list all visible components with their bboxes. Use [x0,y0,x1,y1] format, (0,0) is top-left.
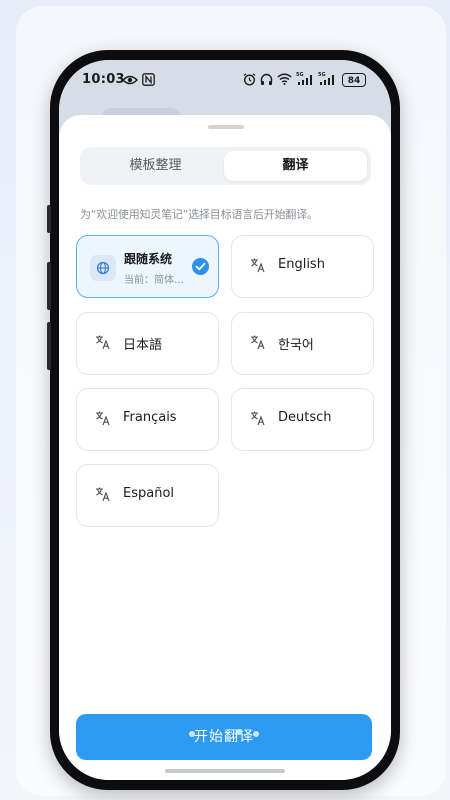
phone-screen: 10:03 5G 5G 84 模板整理 翻译 为“欢迎使用知灵笔记”选择目标语言… [59,60,391,780]
translate-icon [251,258,265,273]
start-translate-label: 开始翻译 [194,729,254,745]
battery-level: 84 [347,76,361,86]
signal-5g-icon: 5G [318,72,334,85]
language-option-english[interactable]: English [231,235,374,298]
globe-icon [96,261,110,275]
wifi-icon [277,73,292,85]
translate-icon [96,335,110,350]
status-bar: 10:03 5G 5G 84 [59,70,391,92]
headphones-icon [260,73,273,85]
translate-icon [96,411,110,426]
translate-icon [96,487,110,502]
nfc-icon [142,73,155,86]
language-label: Español [123,486,175,501]
language-label: 日本語 [123,338,163,353]
language-label: 한국어 [278,338,314,353]
language-option-follow-system[interactable]: 跟随系统 当前：简体… [76,235,219,298]
language-option-french[interactable]: Français [76,388,219,451]
language-option-spanish[interactable]: Español [76,464,219,527]
translate-sheet: 模板整理 翻译 为“欢迎使用知灵笔记”选择目标语言后开始翻译。 跟随系统 当前：… [59,115,391,780]
side-button [47,205,51,233]
language-option-japanese[interactable]: 日本語 [76,312,219,375]
language-label: Deutsch [278,410,332,425]
home-indicator [165,769,285,773]
side-button [47,322,51,370]
language-option-german[interactable]: Deutsch [231,388,374,451]
translate-icon [251,335,265,350]
side-button [47,262,51,310]
tab-template-organize[interactable]: 模板整理 [84,151,227,181]
translate-icon [251,411,265,426]
translate-hint: 为“欢迎使用知灵笔记”选择目标语言后开始翻译。 [80,208,318,221]
status-time: 10:03 [82,72,125,87]
tab-translate[interactable]: 翻译 [224,151,367,181]
language-current-system: 当前：简体… [124,275,184,286]
sheet-grabber[interactable] [208,125,244,129]
check-icon [192,258,209,275]
tab-bar: 模板整理 翻译 [80,147,371,185]
battery-icon: 84 [342,73,366,87]
language-option-korean[interactable]: 한국어 [231,312,374,375]
svg-text:5G: 5G [296,72,304,78]
signal-5g-icon: 5G [296,72,312,85]
language-label: 跟随系统 [124,252,173,266]
start-translate-button[interactable]: 开始翻译 [76,714,372,760]
svg-text:5G: 5G [318,72,326,78]
globe-icon-wrapper [90,255,116,281]
alarm-icon [243,73,256,86]
language-label: Français [123,410,177,425]
eye-icon [122,75,138,85]
language-label: English [278,257,325,272]
